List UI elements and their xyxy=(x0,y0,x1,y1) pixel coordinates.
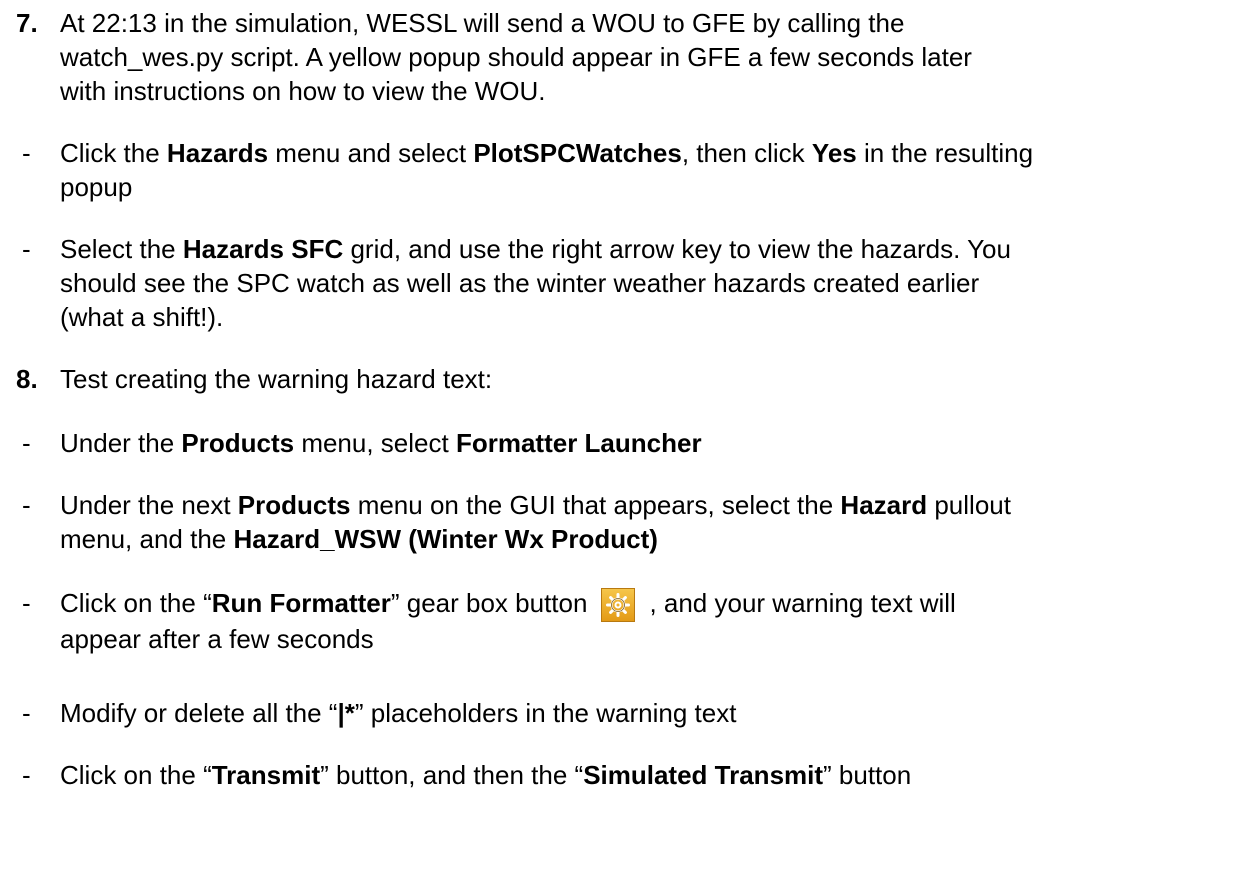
step-7-bullet-2: - Select the Hazards SFC grid, and use t… xyxy=(22,234,1011,332)
step-8-bullet-1: - Under the Products menu, select Format… xyxy=(22,428,702,458)
step-7: 7. At 22:13 in the simulation, WESSL wil… xyxy=(0,6,1240,108)
bullet-dash: - xyxy=(22,138,31,168)
step-number: 8. xyxy=(16,364,38,394)
bullet-dash: - xyxy=(22,698,31,728)
step-8-bullet-2: - Under the next Products menu on the GU… xyxy=(22,490,1011,554)
gear-icon xyxy=(606,593,631,617)
run-formatter-button[interactable] xyxy=(601,588,636,622)
step-8-bullet-3: - Click on the “Run Formatter” gear box … xyxy=(22,588,956,654)
document-page: 7. At 22:13 in the simulation, WESSL wil… xyxy=(0,0,1260,876)
bullet-dash: - xyxy=(22,490,31,520)
bullet-dash: - xyxy=(22,234,31,264)
bullet-dash: - xyxy=(22,588,31,618)
step-8-bullet-4: - Modify or delete all the “|*” placehol… xyxy=(22,698,737,728)
bullet-dash: - xyxy=(22,760,31,790)
bullet-dash: - xyxy=(22,428,31,458)
step-7-text: At 22:13 in the simulation, WESSL will s… xyxy=(60,8,972,106)
step-8-bullet-5: - Click on the “Transmit” button, and th… xyxy=(22,760,912,790)
step-8: 8. Test creating the warning hazard text… xyxy=(0,362,1240,396)
step-8-text: Test creating the warning hazard text: xyxy=(60,364,493,394)
step-7-bullet-1: - Click the Hazards menu and select Plot… xyxy=(22,138,1034,202)
step-number: 7. xyxy=(16,8,38,38)
